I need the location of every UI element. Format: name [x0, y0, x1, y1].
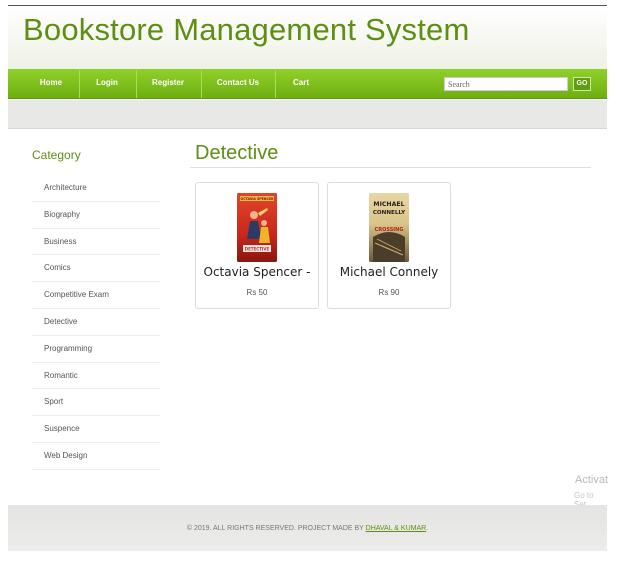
product-price: Rs 50 [246, 288, 268, 297]
svg-text:CONNELLY: CONNELLY [373, 210, 406, 216]
product-title[interactable]: Octavia Spencer - [196, 265, 318, 279]
nav-separator [136, 70, 137, 98]
title-divider [190, 167, 591, 168]
category-page-title: Detective [195, 142, 279, 164]
category-item-comics[interactable]: Comics [32, 255, 160, 283]
category-item-sport[interactable]: Sport [32, 389, 160, 417]
category-item-business[interactable]: Business [32, 229, 160, 256]
category-item-romantic[interactable]: Romantic [32, 363, 160, 390]
product-title[interactable]: Michael Connely [328, 265, 450, 279]
category-item-biography[interactable]: Biography [32, 202, 160, 229]
site-title: Bookstore Management System [23, 12, 470, 47]
nav-register-link[interactable]: Register [145, 69, 191, 99]
nav-login-link[interactable]: Login [88, 69, 126, 99]
category-item-competitive-exam[interactable]: Competitive Exam [32, 282, 160, 309]
category-item-suspence[interactable]: Suspence [32, 416, 160, 443]
book-cover-image[interactable]: OCTAVIA SPENCER DETECTIVE [237, 193, 277, 262]
svg-text:DETECTIVE: DETECTIVE [245, 247, 270, 252]
footer-author-link[interactable]: DHAVAL & KUMAR [366, 525, 427, 532]
windows-activation-watermark: Activat [575, 474, 609, 486]
svg-text:MICHAEL: MICHAEL [373, 201, 404, 208]
svg-text:CROSSING: CROSSING [375, 227, 404, 233]
nav-separator [201, 70, 202, 98]
category-heading: Category [32, 148, 81, 162]
product-card[interactable]: MICHAEL CONNELLY CROSSING Michael Connel… [327, 182, 451, 309]
site-footer: © 2019. ALL RIGHTS RESERVED. PROJECT MAD… [8, 505, 607, 551]
category-item-architecture[interactable]: Architecture [32, 175, 160, 202]
banner-band [8, 100, 607, 129]
footer-copyright: © 2019. ALL RIGHTS RESERVED. PROJECT MAD… [8, 525, 607, 532]
footer-copyright-text: © 2019. ALL RIGHTS RESERVED. PROJECT MAD… [186, 525, 366, 532]
product-card[interactable]: OCTAVIA SPENCER DETECTIVE Octavia Spence… [195, 182, 319, 309]
search-go-button[interactable]: GO [573, 77, 591, 91]
book-cover-image[interactable]: MICHAEL CONNELLY CROSSING [369, 193, 409, 262]
category-item-web-design[interactable]: Web Design [32, 443, 160, 470]
nav-contact-link[interactable]: Contact Us [211, 69, 265, 99]
product-price: Rs 90 [378, 288, 400, 297]
nav-separator [79, 70, 80, 98]
footer-suffix: . [426, 525, 429, 532]
category-item-detective[interactable]: Detective [32, 309, 160, 336]
site-header: Bookstore Management System [8, 5, 607, 69]
nav-home-link[interactable]: Home [33, 69, 69, 99]
svg-text:OCTAVIA SPENCER: OCTAVIA SPENCER [241, 197, 274, 201]
category-list: Architecture Biography Business Comics C… [32, 175, 160, 470]
nav-cart-link[interactable]: Cart [285, 69, 317, 99]
nav-separator [275, 70, 276, 98]
search-input[interactable] [444, 77, 568, 91]
category-item-programming[interactable]: Programming [32, 336, 160, 363]
